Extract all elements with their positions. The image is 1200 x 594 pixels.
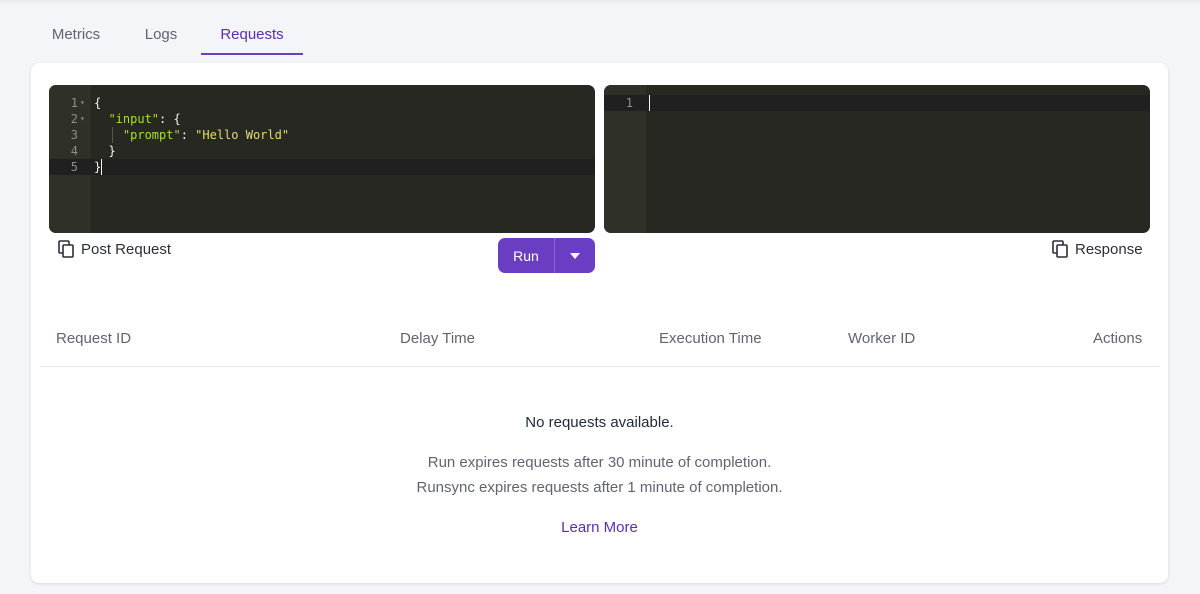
line-number: 1 [70,96,78,110]
text-cursor [649,95,650,111]
empty-state-title: No requests available. [525,414,674,431]
tab-requests[interactable]: Requests [201,14,303,55]
tab-logs[interactable]: Logs [121,14,201,54]
response-label: Response [1075,240,1143,258]
column-header-worker-id[interactable]: Worker ID [848,330,915,347]
line-number: 5 [70,160,78,174]
editor-active-line: 5 } [49,159,595,175]
top-shadow [0,0,1200,6]
code-line: { [94,96,102,110]
editor-line: 1 ▾ { [49,95,595,111]
post-request-label: Post Request [81,240,172,258]
line-number: 3 [70,128,78,142]
table-header-divider [40,366,1159,367]
editor-line: 3 "prompt": "Hello World" [49,127,595,143]
editor-line: 4 } [49,143,595,159]
tab-metrics[interactable]: Metrics [31,14,121,54]
editor-line: 2 ▾ "input": { [49,111,595,127]
code-line: "prompt": "Hello World" [122,128,290,142]
copy-post-request-button[interactable]: Post Request [58,239,171,259]
copy-icon [58,240,74,258]
column-header-actions[interactable]: Actions [1093,330,1142,347]
caret-down-icon [570,252,580,259]
editor-active-line: 1 [604,95,1150,111]
code-line: } [94,144,116,158]
column-header-delay-time[interactable]: Delay Time [400,330,475,347]
request-body-editor[interactable]: 1 ▾ { 2 ▾ "input": { 3 "prompt": "Hello … [49,85,595,233]
line-number: 1 [625,96,633,110]
run-split-button: Run [498,238,595,273]
line-number: 4 [70,144,78,158]
copy-response-button[interactable]: Response [1052,239,1143,259]
copy-icon [1052,240,1068,258]
requests-card: 1 ▾ { 2 ▾ "input": { 3 "prompt": "Hello … [31,63,1168,583]
fold-arrow-icon[interactable]: ▾ [80,111,85,127]
learn-more-link[interactable]: Learn More [31,519,1168,536]
run-dropdown-button[interactable] [555,238,595,273]
column-header-execution-time[interactable]: Execution Time [659,330,762,347]
response-editor[interactable]: 1 [604,85,1150,233]
empty-state-runsync-info: Runsync expires requests after 1 minute … [416,479,783,496]
run-button[interactable]: Run [498,238,554,273]
line-number: 2 [70,112,78,126]
empty-state-run-info: Run expires requests after 30 minute of … [427,454,772,471]
fold-arrow-icon[interactable]: ▾ [80,95,85,111]
tab-bar: Metrics Logs Requests [31,14,303,55]
text-cursor [101,159,102,175]
code-line: "input": { [108,112,181,126]
column-header-request-id[interactable]: Request ID [56,330,131,347]
